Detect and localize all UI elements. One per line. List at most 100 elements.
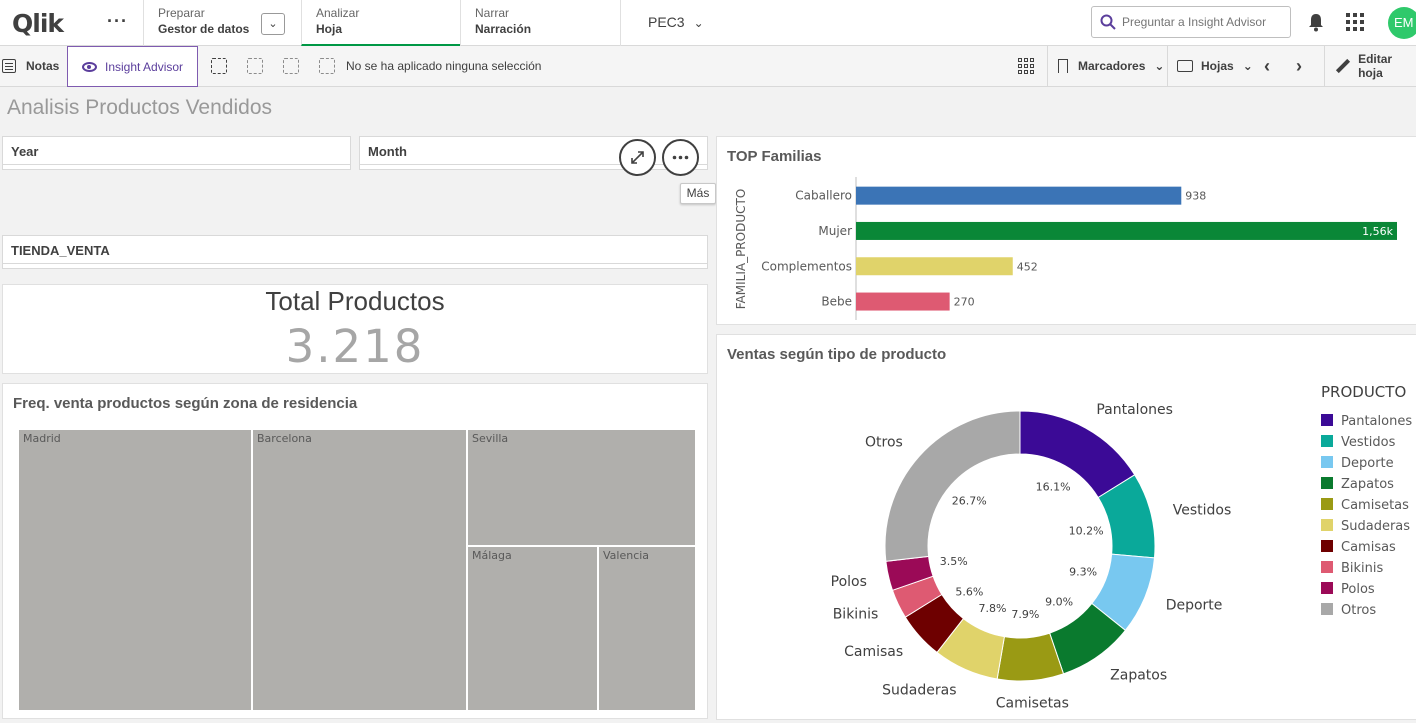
donut-percent-label: 9.0% <box>1045 596 1073 609</box>
app-name: PEC3 <box>648 14 685 30</box>
treemap-title: Freq. venta productos según zona de resi… <box>13 395 358 412</box>
app-name-dropdown[interactable]: PEC3 ⌄ <box>620 0 760 46</box>
month-filter-label: Month <box>368 144 407 159</box>
smart-search-icon[interactable] <box>211 58 227 74</box>
more-button[interactable] <box>662 139 699 176</box>
avatar[interactable]: EM <box>1388 7 1416 39</box>
expand-button[interactable] <box>619 139 656 176</box>
notes-icon <box>2 59 16 73</box>
legend-item-label[interactable]: Camisetas <box>1341 498 1409 513</box>
sheet-toolbar: Notas Insight Advisor No se ha aplicado … <box>0 46 1416 87</box>
chevron-down-icon: ⌄ <box>693 16 704 30</box>
legend-swatch[interactable] <box>1321 498 1333 510</box>
edit-sheet-label: Editar hoja <box>1358 52 1393 80</box>
legend-item-label[interactable]: Zapatos <box>1341 477 1394 492</box>
clear-selections-icon[interactable] <box>319 58 335 74</box>
legend-item-label[interactable]: Pantalones <box>1341 414 1412 429</box>
expand-icon <box>631 151 644 164</box>
grid-layout-icon <box>1018 58 1034 74</box>
insight-search[interactable] <box>1091 6 1291 38</box>
legend-item-label[interactable]: Deporte <box>1341 456 1394 471</box>
sheet-title: Analisis Productos Vendidos <box>7 96 272 119</box>
legend-item-label[interactable]: Bikinis <box>1341 561 1384 576</box>
legend-item-label[interactable]: Otros <box>1341 603 1376 618</box>
nav-narrate[interactable]: Narrar Narración <box>460 0 620 46</box>
year-filter[interactable]: Year <box>2 136 351 170</box>
grid-layout-button[interactable] <box>1018 46 1034 86</box>
next-sheet-icon[interactable]: › <box>1296 46 1302 86</box>
kpi-title: Total Productos <box>265 286 445 316</box>
bar-bebe[interactable] <box>856 292 950 311</box>
legend-swatch[interactable] <box>1321 561 1333 573</box>
sheets-button[interactable]: Hojas ⌄ <box>1177 46 1253 86</box>
donut-slice-otros[interactable] <box>884 410 1021 562</box>
treemap-cell[interactable]: Málaga <box>467 546 598 711</box>
bookmarks-button[interactable]: Marcadores ⌄ <box>1058 46 1164 86</box>
donut-percent-label: 7.9% <box>1011 608 1039 621</box>
kpi-panel[interactable]: Total Productos 3.218 <box>2 284 708 374</box>
legend-item-label[interactable]: Sudaderas <box>1341 519 1410 534</box>
nav-narrate-big: Narración <box>475 22 532 36</box>
bar-value-label: 938 <box>1185 190 1206 203</box>
qlik-logo[interactable]: Qlik <box>12 8 64 38</box>
donut-category-label: Vestidos <box>1173 503 1232 519</box>
legend-swatch[interactable] <box>1321 435 1333 447</box>
bar-value-label: 1,56k <box>1362 225 1393 238</box>
bar-mujer[interactable] <box>856 221 1397 240</box>
donut-percent-label: 26.7% <box>952 495 987 508</box>
selection-status: No se ha aplicado ninguna selección <box>346 59 542 73</box>
treemap-cell[interactable]: Valencia <box>598 546 696 711</box>
legend-item-label[interactable]: Camisas <box>1341 540 1396 555</box>
donut-percent-label: 16.1% <box>1036 481 1071 494</box>
previous-sheet-icon[interactable]: ‹ <box>1264 46 1270 86</box>
bar-complementos[interactable] <box>856 257 1013 276</box>
bar-value-label: 270 <box>954 296 975 309</box>
legend-swatch[interactable] <box>1321 519 1333 531</box>
legend-swatch[interactable] <box>1321 603 1333 615</box>
ventas-panel[interactable]: Ventas según tipo de producto 16.1% Panta… <box>716 334 1416 720</box>
store-filter[interactable]: TIENDA_VENTA <box>2 235 708 269</box>
insight-search-input[interactable] <box>1122 15 1282 29</box>
top-familias-panel[interactable]: TOP Familias FAMILIA_PRODUCTO Caballero 93… <box>716 136 1416 325</box>
donut-percent-label: 10.2% <box>1069 524 1104 537</box>
nav-analyze[interactable]: Analizar Hoja <box>301 0 460 46</box>
bell-icon[interactable] <box>1307 12 1325 32</box>
store-filter-label: TIENDA_VENTA <box>11 243 110 258</box>
bar-caballero[interactable] <box>856 186 1182 205</box>
legend-item-label[interactable]: Polos <box>1341 582 1375 597</box>
bar-value-label: 452 <box>1017 260 1038 273</box>
eye-icon <box>82 61 97 72</box>
legend-item-label[interactable]: Vestidos <box>1341 435 1396 450</box>
treemap-cell[interactable]: Sevilla <box>467 429 696 546</box>
donut-category-label: Deporte <box>1166 597 1223 613</box>
insight-advisor-button[interactable]: Insight Advisor <box>67 46 198 87</box>
legend-swatch[interactable] <box>1321 582 1333 594</box>
apps-grid-icon[interactable] <box>1346 13 1364 31</box>
bar-chart: FAMILIA_PRODUCTO Caballero 938 Mujer 1,56k Co… <box>734 177 1397 320</box>
more-options-icon[interactable]: ··· <box>107 11 128 32</box>
kpi-value: 3.218 <box>285 320 425 373</box>
bar-category-label: Caballero <box>795 189 852 203</box>
bar-category-label: Mujer <box>818 224 852 238</box>
nav-prepare[interactable]: Preparar Gestor de datos ⌄ <box>143 0 301 46</box>
treemap-panel[interactable]: Freq. venta productos según zona de resi… <box>2 383 708 719</box>
treemap-cell[interactable]: Madrid <box>18 429 252 711</box>
bar-category-label: Bebe <box>821 295 852 309</box>
legend-title: PRODUCTO <box>1321 383 1406 401</box>
treemap-cell[interactable]: Barcelona <box>252 429 467 711</box>
legend-swatch[interactable] <box>1321 477 1333 489</box>
donut-category-label: Polos <box>831 574 867 590</box>
chevron-down-icon[interactable]: ⌄ <box>261 13 285 35</box>
legend-swatch[interactable] <box>1321 456 1333 468</box>
step-forward-icon[interactable] <box>283 58 299 74</box>
nav-narrate-small: Narrar <box>475 6 510 20</box>
top-navigation-bar: Qlik ··· Preparar Gestor de datos ⌄ Anal… <box>0 0 1416 46</box>
notes-button[interactable]: Notas <box>0 46 59 86</box>
notes-label: Notas <box>26 59 60 73</box>
donut-percent-label: 5.6% <box>955 585 983 598</box>
legend-swatch[interactable] <box>1321 540 1333 552</box>
edit-sheet-button[interactable]: Editar hoja <box>1336 46 1416 86</box>
more-icon <box>672 155 689 160</box>
step-back-icon[interactable] <box>247 58 263 74</box>
legend-swatch[interactable] <box>1321 414 1333 426</box>
